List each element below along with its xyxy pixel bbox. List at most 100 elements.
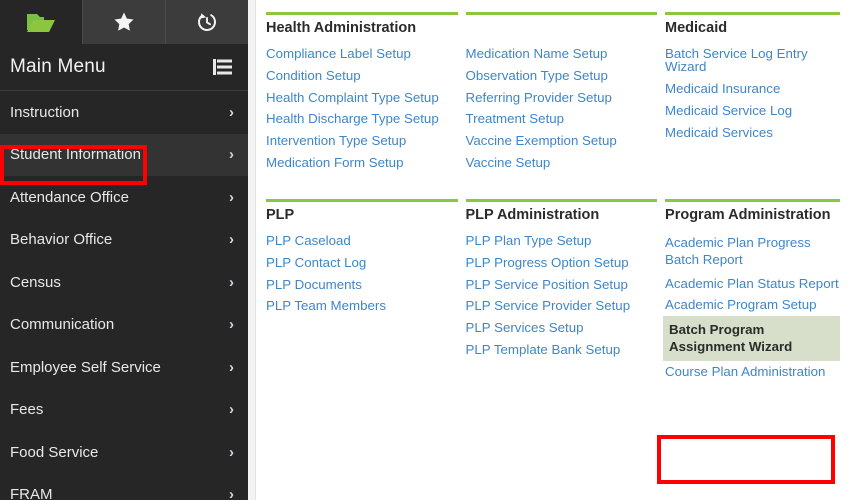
link-academic-plan-status-report[interactable]: Academic Plan Status Report [665, 272, 840, 294]
group-title-empty [466, 20, 658, 36]
application-window: Main Menu Instruction › Student Informat… [0, 0, 848, 500]
link-plp-services-setup[interactable]: PLP Services Setup [466, 317, 658, 339]
chevron-right-icon: › [229, 316, 234, 334]
sidebar-item-label: Fees [10, 401, 44, 419]
history-icon [195, 10, 219, 34]
link-plp-contact-log[interactable]: PLP Contact Log [266, 252, 458, 274]
sidebar-item-student-information[interactable]: Student Information › [0, 133, 248, 176]
link-batch-program-assignment-wizard[interactable]: Batch Program Assignment Wizard [663, 315, 841, 361]
group-program-administration: Program Administration Academic Plan Pro… [663, 199, 848, 383]
group-health-administration-col-b: Medication Name Setup Observation Type S… [465, 12, 666, 173]
link-plp-service-provider-setup[interactable]: PLP Service Provider Setup [466, 295, 658, 317]
chevron-right-icon: › [229, 273, 234, 291]
group-header: Medicaid [665, 12, 841, 36]
group-plp-administration: PLP Administration PLP Plan Type Setup P… [465, 199, 666, 382]
link-medicaid-service-log[interactable]: Medicaid Service Log [665, 100, 840, 122]
chevron-right-icon: › [229, 188, 234, 206]
chevron-right-icon: › [229, 103, 234, 121]
sidebar-item-employee-self-service[interactable]: Employee Self Service › [0, 346, 248, 389]
link-health-complaint-type-setup[interactable]: Health Complaint Type Setup [266, 86, 458, 108]
sidebar-item-label: Food Service [10, 443, 99, 461]
sidebar-item-label: Employee Self Service [10, 358, 161, 376]
sidebar: Main Menu Instruction › Student Informat… [0, 0, 248, 500]
sidebar-item-fees[interactable]: Fees › [0, 389, 248, 432]
history-tab[interactable] [165, 0, 248, 44]
row-separator [266, 173, 848, 199]
folder-tab[interactable] [0, 0, 82, 44]
content-row-1: Health Administration Compliance Label S… [266, 12, 848, 173]
sidebar-item-label: FRAM [10, 486, 53, 500]
star-icon [112, 10, 136, 34]
link-academic-plan-progress-batch-report[interactable]: Academic Plan Progress Batch Report [665, 230, 840, 272]
sidebar-item-attendance-office[interactable]: Attendance Office › [0, 176, 248, 219]
group-plp: PLP PLP Caseload PLP Contact Log PLP Doc… [266, 199, 466, 382]
link-list: PLP Plan Type Setup PLP Progress Option … [466, 230, 658, 360]
sidebar-item-census[interactable]: Census › [0, 261, 248, 304]
link-plp-progress-option-setup[interactable]: PLP Progress Option Setup [466, 252, 658, 274]
link-plp-plan-type-setup[interactable]: PLP Plan Type Setup [466, 230, 658, 252]
sidebar-item-label: Census [10, 273, 61, 291]
link-plp-template-bank-setup[interactable]: PLP Template Bank Setup [466, 338, 658, 360]
link-plp-documents[interactable]: PLP Documents [266, 273, 458, 295]
link-vaccine-exemption-setup[interactable]: Vaccine Exemption Setup [466, 130, 658, 152]
link-plp-team-members[interactable]: PLP Team Members [266, 295, 458, 317]
sidebar-item-communication[interactable]: Communication › [0, 304, 248, 347]
tree-list-icon[interactable] [212, 57, 234, 77]
sidebar-item-label: Behavior Office [10, 231, 113, 249]
link-medicaid-services[interactable]: Medicaid Services [665, 121, 840, 143]
group-header: PLP [266, 199, 458, 223]
link-referring-provider-setup[interactable]: Referring Provider Setup [466, 86, 658, 108]
favorites-tab[interactable] [82, 0, 165, 44]
link-list: Batch Service Log Entry Wizard Medicaid … [665, 43, 840, 143]
link-list: PLP Caseload PLP Contact Log PLP Documen… [266, 230, 458, 317]
link-intervention-type-setup[interactable]: Intervention Type Setup [266, 130, 458, 152]
sidebar-item-label: Communication [10, 316, 115, 334]
sidebar-tabbar [0, 0, 248, 44]
link-medication-form-setup[interactable]: Medication Form Setup [266, 151, 458, 173]
folder-icon [25, 9, 57, 35]
link-medicaid-insurance[interactable]: Medicaid Insurance [665, 78, 840, 100]
sidebar-item-label: Attendance Office [10, 188, 129, 206]
group-header: Program Administration [665, 199, 841, 224]
link-compliance-label-setup[interactable]: Compliance Label Setup [266, 43, 458, 65]
sidebar-scrollbar-track[interactable] [248, 0, 256, 500]
chevron-right-icon: › [229, 443, 234, 461]
link-list: Academic Plan Progress Batch Report Acad… [663, 230, 841, 383]
sidebar-item-food-service[interactable]: Food Service › [0, 431, 248, 474]
group-health-administration-col-a: Health Administration Compliance Label S… [266, 12, 466, 173]
sidebar-item-label: Instruction [10, 103, 80, 121]
link-health-discharge-type-setup[interactable]: Health Discharge Type Setup [266, 108, 458, 130]
group-title: Medicaid [665, 20, 728, 36]
link-observation-type-setup[interactable]: Observation Type Setup [466, 65, 658, 87]
link-plp-service-position-setup[interactable]: PLP Service Position Setup [466, 273, 658, 295]
main-content: Health Administration Compliance Label S… [256, 0, 848, 500]
link-vaccine-setup[interactable]: Vaccine Setup [466, 151, 658, 173]
group-header: Health Administration [266, 12, 458, 36]
link-batch-service-log-entry-wizard[interactable]: Batch Service Log Entry Wizard [665, 43, 840, 78]
link-condition-setup[interactable]: Condition Setup [266, 65, 458, 87]
sidebar-item-behavior-office[interactable]: Behavior Office › [0, 219, 248, 262]
link-course-plan-administration[interactable]: Course Plan Administration [665, 361, 840, 383]
group-title: PLP Administration [465, 207, 600, 224]
chevron-right-icon: › [229, 401, 234, 419]
sidebar-item-label: Student Information [10, 146, 141, 164]
sidebar-item-instruction[interactable]: Instruction › [0, 91, 248, 134]
group-medicaid: Medicaid Batch Service Log Entry Wizard … [665, 12, 848, 173]
group-title: Health Administration [266, 20, 417, 36]
chevron-right-icon: › [229, 358, 234, 376]
link-academic-program-setup[interactable]: Academic Program Setup [665, 294, 840, 316]
group-header: PLP Administration [465, 199, 658, 224]
chevron-right-icon: › [229, 231, 234, 249]
link-medication-name-setup[interactable]: Medication Name Setup [466, 43, 658, 65]
group-header-spacer [465, 12, 658, 36]
sidebar-item-fram[interactable]: FRAM › [0, 474, 248, 500]
sidebar-nav: Instruction › Student Information › Atte… [0, 91, 248, 500]
link-plp-caseload[interactable]: PLP Caseload [266, 230, 458, 252]
group-title: Program Administration [665, 207, 831, 224]
link-treatment-setup[interactable]: Treatment Setup [466, 108, 658, 130]
link-list: Compliance Label Setup Condition Setup H… [266, 43, 458, 173]
content-row-2: PLP PLP Caseload PLP Contact Log PLP Doc… [266, 199, 848, 382]
group-title: PLP [266, 207, 295, 224]
link-list: Medication Name Setup Observation Type S… [466, 43, 658, 173]
chevron-right-icon: › [229, 146, 234, 164]
